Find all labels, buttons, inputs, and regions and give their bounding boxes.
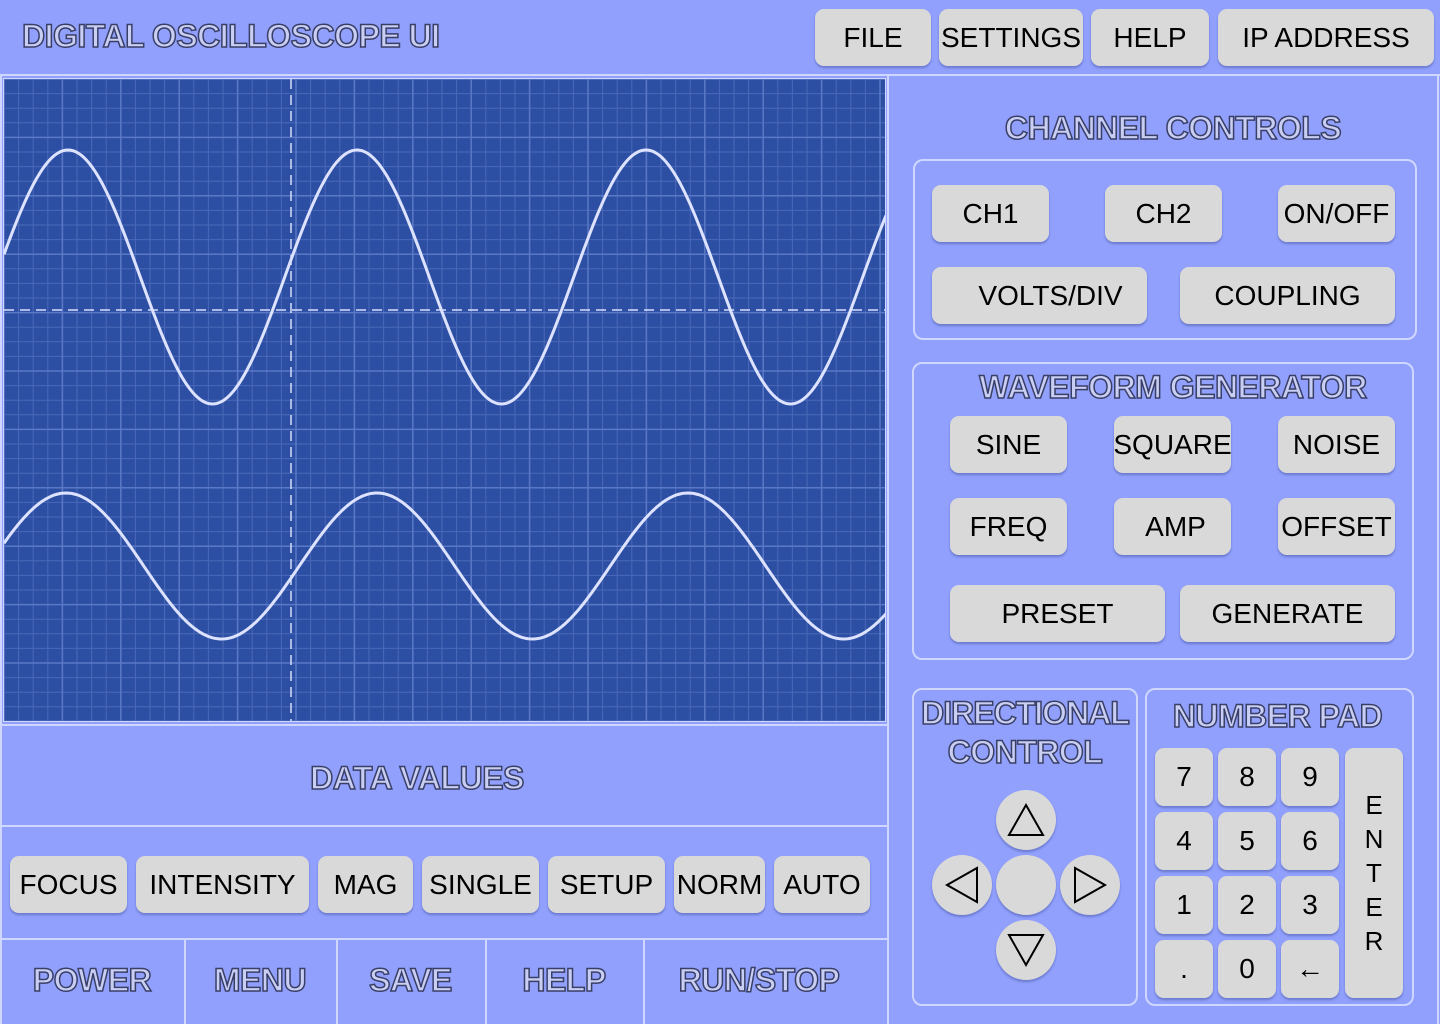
run-stop-button[interactable]: RUN/STOP bbox=[643, 961, 875, 999]
right-button[interactable] bbox=[1060, 855, 1120, 915]
key-9[interactable]: 9 bbox=[1281, 748, 1339, 806]
triangle-right-icon bbox=[1074, 866, 1108, 904]
channel-controls-title: CHANNEL CONTROLS bbox=[1004, 109, 1342, 147]
key-5[interactable]: 5 bbox=[1218, 812, 1276, 870]
screen-bottom-divider bbox=[0, 724, 888, 726]
center-select-button[interactable] bbox=[996, 855, 1056, 915]
key-decimal[interactable]: . bbox=[1155, 940, 1213, 998]
down-button[interactable] bbox=[996, 920, 1056, 980]
ch1-button[interactable]: CH1 bbox=[932, 185, 1049, 242]
right-border bbox=[1437, 74, 1439, 1024]
volts-div-button[interactable]: VOLTS/DIV bbox=[932, 267, 1147, 324]
freq-button[interactable]: FREQ bbox=[950, 498, 1067, 555]
directional-control-title-1: DIRECTIONAL bbox=[920, 694, 1130, 732]
noise-button[interactable]: NOISE bbox=[1278, 416, 1395, 473]
key-0[interactable]: 0 bbox=[1218, 940, 1276, 998]
settings-menu-button[interactable]: SETTINGS bbox=[939, 9, 1083, 66]
mag-button[interactable]: MAG bbox=[318, 856, 413, 913]
header-divider bbox=[0, 74, 1440, 76]
up-button[interactable] bbox=[996, 790, 1056, 850]
key-3[interactable]: 3 bbox=[1281, 876, 1339, 934]
focus-button[interactable]: FOCUS bbox=[10, 856, 127, 913]
enter-letter: T bbox=[1366, 858, 1382, 888]
offset-button[interactable]: OFFSET bbox=[1278, 498, 1395, 555]
help-button[interactable]: HELP bbox=[485, 961, 643, 999]
triangle-up-icon bbox=[1007, 802, 1045, 836]
help-menu-button[interactable]: HELP bbox=[1091, 9, 1209, 66]
waveform-display bbox=[4, 79, 885, 721]
power-button[interactable]: POWER bbox=[0, 961, 184, 999]
left-button[interactable] bbox=[932, 855, 992, 915]
single-button[interactable]: SINGLE bbox=[422, 856, 539, 913]
ch2-button[interactable]: CH2 bbox=[1105, 185, 1222, 242]
square-button[interactable]: SQUARE bbox=[1113, 416, 1232, 473]
coupling-button[interactable]: COUPLING bbox=[1180, 267, 1395, 324]
enter-letter: E bbox=[1365, 892, 1383, 922]
data-values-divider bbox=[0, 825, 888, 827]
menu-button[interactable]: MENU bbox=[184, 961, 336, 999]
ip-address-button[interactable]: IP ADDRESS bbox=[1218, 9, 1434, 66]
key-4[interactable]: 4 bbox=[1155, 812, 1213, 870]
triangle-down-icon bbox=[1007, 934, 1045, 968]
oscilloscope-screen[interactable] bbox=[3, 78, 886, 722]
sine-button[interactable]: SINE bbox=[950, 416, 1067, 473]
channel1-trace bbox=[4, 148, 885, 406]
toolbar-divider bbox=[0, 938, 888, 940]
directional-control-title-2: CONTROL bbox=[947, 733, 1104, 771]
backspace-icon: ← bbox=[1296, 953, 1324, 984]
key-6[interactable]: 6 bbox=[1281, 812, 1339, 870]
enter-key[interactable]: E N T E R bbox=[1345, 748, 1403, 998]
app-title: DIGITAL OSCILLOSCOPE UI bbox=[21, 17, 441, 55]
save-button[interactable]: SAVE bbox=[336, 961, 485, 999]
norm-button[interactable]: NORM bbox=[674, 856, 765, 913]
data-values-label: DATA VALUES bbox=[309, 759, 525, 797]
intensity-button[interactable]: INTENSITY bbox=[136, 856, 309, 913]
generate-button[interactable]: GENERATE bbox=[1180, 585, 1395, 642]
auto-button[interactable]: AUTO bbox=[774, 856, 870, 913]
key-7[interactable]: 7 bbox=[1155, 748, 1213, 806]
backspace-key[interactable]: ← bbox=[1281, 940, 1339, 998]
enter-letter: N bbox=[1364, 824, 1384, 854]
setup-button[interactable]: SETUP bbox=[548, 856, 665, 913]
on-off-button[interactable]: ON/OFF bbox=[1278, 185, 1395, 242]
key-1[interactable]: 1 bbox=[1155, 876, 1213, 934]
channel2-trace bbox=[4, 491, 885, 641]
amp-button[interactable]: AMP bbox=[1114, 498, 1231, 555]
key-2[interactable]: 2 bbox=[1218, 876, 1276, 934]
left-border bbox=[0, 74, 2, 1024]
enter-letter: R bbox=[1364, 926, 1384, 956]
waveform-generator-title: WAVEFORM GENERATOR bbox=[979, 368, 1368, 406]
file-menu-button[interactable]: FILE bbox=[815, 9, 931, 66]
enter-letter: E bbox=[1365, 790, 1383, 820]
preset-button[interactable]: PRESET bbox=[950, 585, 1165, 642]
main-divider bbox=[887, 74, 889, 1024]
triangle-left-icon bbox=[944, 866, 978, 904]
number-pad-title: NUMBER PAD bbox=[1172, 697, 1384, 735]
key-8[interactable]: 8 bbox=[1218, 748, 1276, 806]
